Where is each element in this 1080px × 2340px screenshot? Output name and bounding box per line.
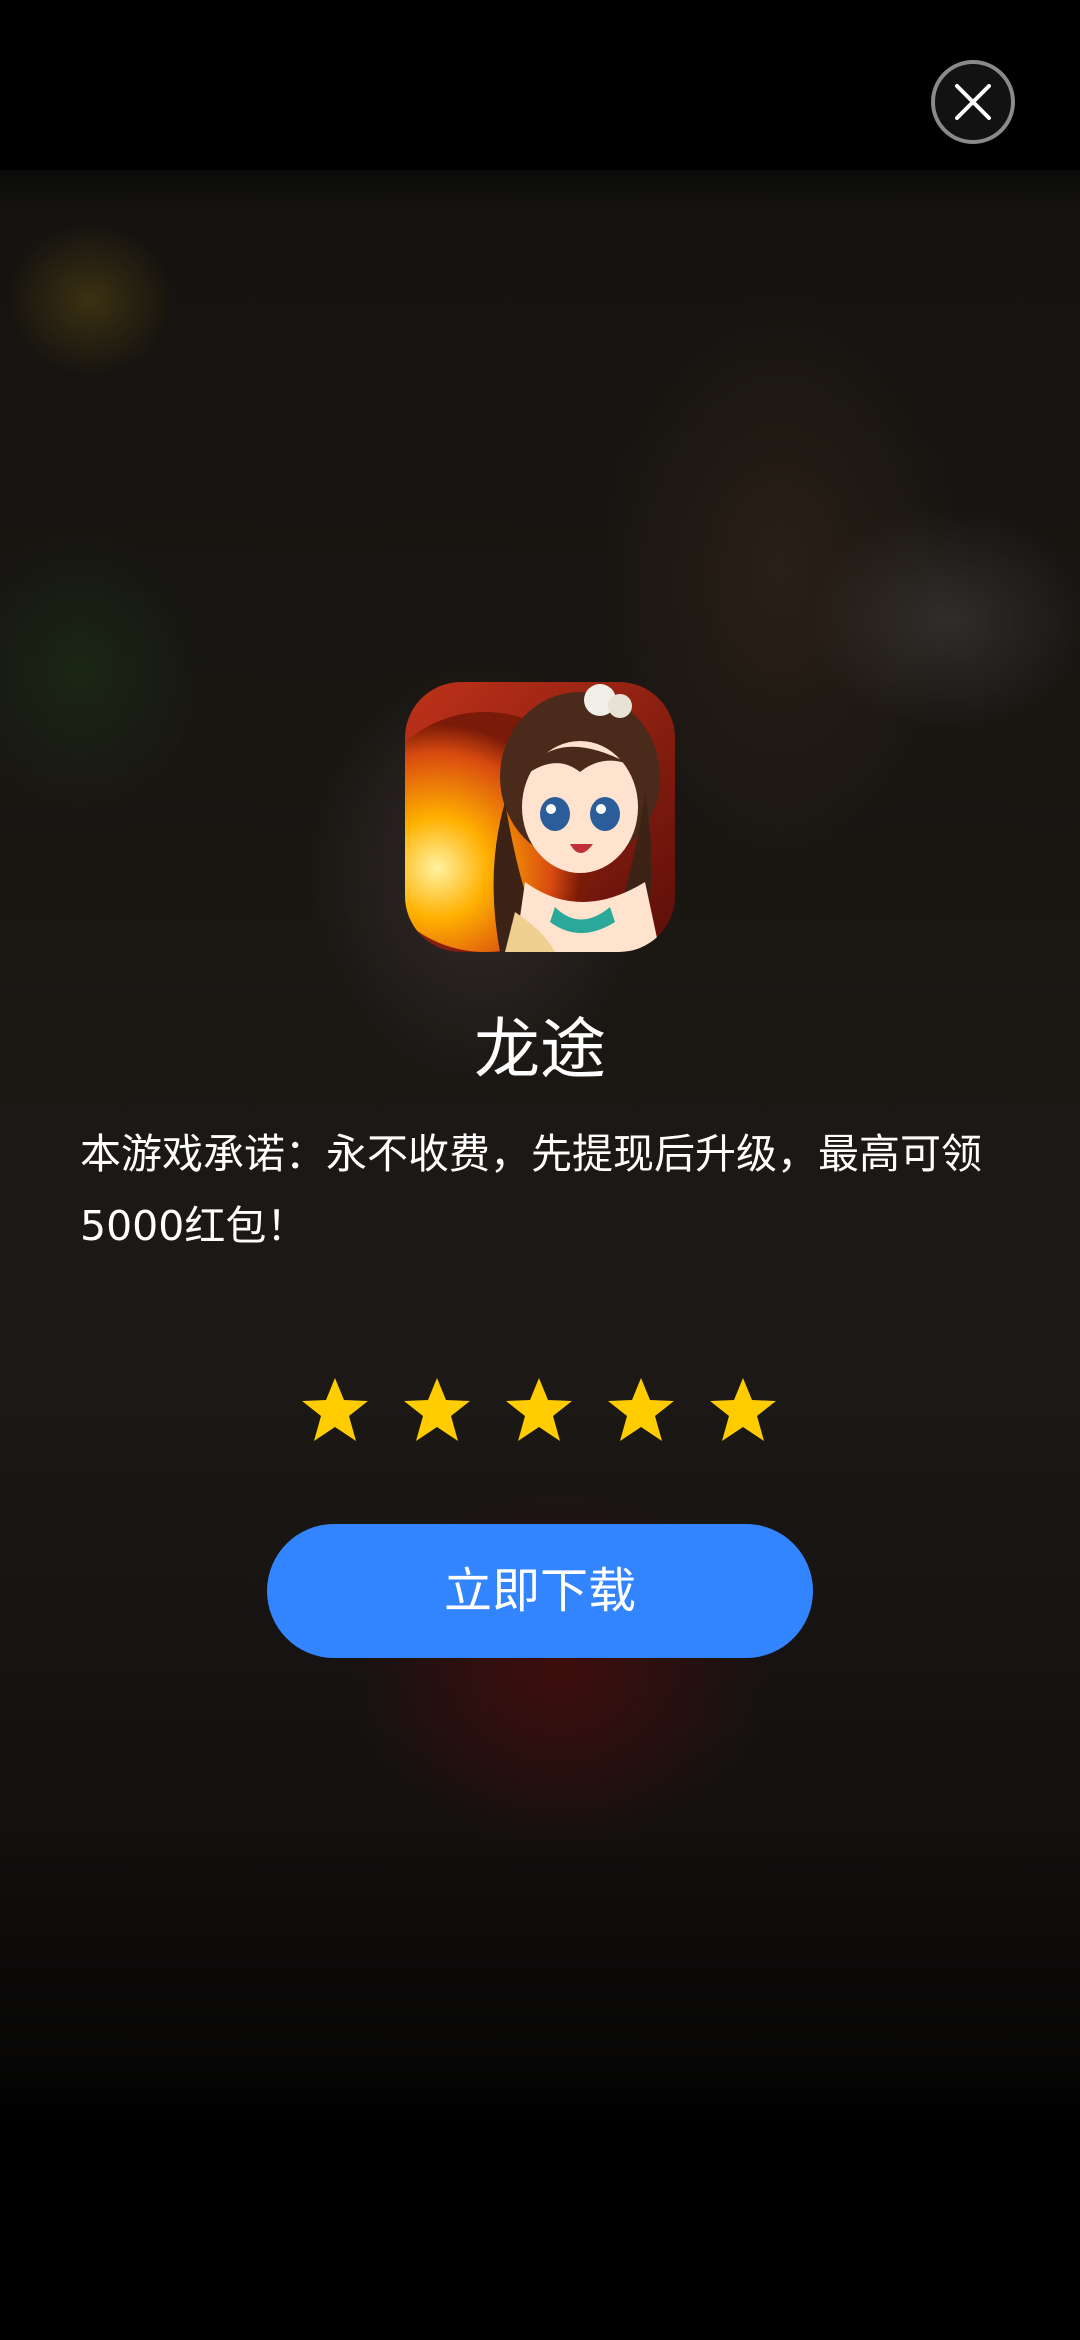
close-button[interactable]	[931, 60, 1015, 144]
star-icon	[608, 1378, 674, 1441]
star-icon	[302, 1378, 368, 1441]
star-icon	[506, 1378, 572, 1441]
rating-stars	[300, 1375, 780, 1445]
bottom-fade	[0, 2060, 1080, 2160]
top-fade	[0, 130, 1080, 210]
star-icon	[710, 1378, 776, 1441]
star-icon	[404, 1378, 470, 1441]
close-icon	[955, 84, 991, 120]
app-icon[interactable]	[405, 682, 675, 952]
app-title: 龙途	[474, 1011, 606, 1088]
download-button[interactable]: 立即下载	[267, 1524, 813, 1658]
app-description: 本游戏承诺：永不收费，先提现后升级，最高可领5000红包！	[80, 1130, 982, 1250]
